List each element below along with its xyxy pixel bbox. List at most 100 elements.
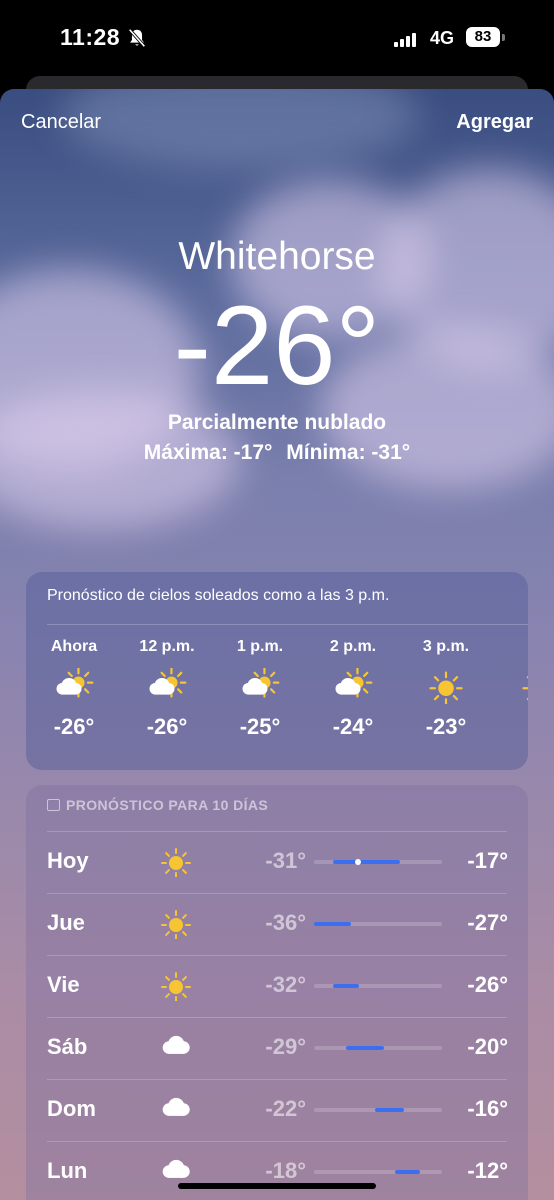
- temp-range-fill: [394, 1170, 421, 1174]
- city-name: Whitehorse: [178, 235, 376, 278]
- battery-tip: [502, 34, 505, 41]
- hour-icon-wrap: [34, 667, 114, 704]
- add-button[interactable]: Agregar: [456, 111, 533, 134]
- hour-column: Ahora -26°: [34, 638, 114, 740]
- day-row[interactable]: Dom -22° -16°: [26, 1079, 528, 1141]
- day-icon-wrap: [158, 1093, 194, 1125]
- sun-icon: [429, 671, 463, 705]
- temp-range-fill: [333, 860, 400, 864]
- temp-range-fill: [375, 1108, 404, 1112]
- temp-range-bar: [314, 1170, 442, 1174]
- temp-range-bar: [314, 1046, 442, 1050]
- partly-cloudy-icon: [56, 667, 94, 698]
- daily-forecast-card[interactable]: PRONÓSTICO PARA 10 DÍAS Hoy -31° -17° Ju…: [26, 785, 528, 1200]
- high-temp: Máxima: -17°: [143, 441, 273, 464]
- hour-temp: -26°: [53, 714, 95, 739]
- day-name: Sáb: [47, 1034, 88, 1059]
- daily-header-label: PRONÓSTICO PARA 10 DÍAS: [66, 797, 269, 813]
- current-condition: Parcialmente nublado: [167, 411, 387, 434]
- day-high: -20°: [467, 1034, 508, 1059]
- row-divider: [47, 831, 507, 832]
- day-row[interactable]: Lun -18° -12°: [26, 1141, 528, 1200]
- hourly-summary: Pronóstico de cielos soleados como a las…: [47, 587, 390, 604]
- sun-icon: [522, 676, 528, 701]
- day-icon-wrap: [158, 907, 194, 940]
- weather-sheet: Cancelar Agregar Whitehorse -26° Parcial…: [0, 89, 554, 1200]
- current-temp-dot: [354, 859, 361, 865]
- day-low: -22°: [265, 1096, 306, 1121]
- divider: [47, 624, 528, 625]
- sun-icon: [161, 910, 191, 940]
- daily-header: PRONÓSTICO PARA 10 DÍAS: [47, 797, 268, 813]
- hour-column: 12 p.m. -26°: [127, 638, 207, 740]
- partly-cloudy-icon: [335, 667, 373, 698]
- hour-label: Ahora: [50, 638, 98, 655]
- row-divider: [47, 893, 507, 894]
- hour-column: 1 p.m. -25°: [220, 638, 300, 740]
- hour-icon-wrap: [313, 667, 393, 704]
- hour-column: 4 -: [499, 638, 528, 740]
- day-low: -31°: [265, 848, 306, 873]
- hour-column: 3 p.m. -23°: [406, 638, 486, 740]
- status-bar: 11:28 4G 83: [0, 0, 554, 76]
- signal-icon: [394, 29, 418, 47]
- day-name: Dom: [47, 1096, 96, 1121]
- hourly-forecast-card[interactable]: Pronóstico de cielos soleados como a las…: [26, 572, 528, 770]
- hour-icon-wrap: [127, 667, 207, 704]
- temp-range-fill: [314, 922, 352, 926]
- hour-temp: -25°: [239, 714, 281, 739]
- home-indicator: [178, 1183, 376, 1189]
- hour-label: 2 p.m.: [329, 638, 377, 655]
- day-name: Hoy: [47, 848, 89, 873]
- temp-range-bar: [314, 1108, 442, 1112]
- day-high: -17°: [467, 848, 508, 873]
- temp-range-fill: [333, 984, 359, 988]
- hour-label: 12 p.m.: [139, 638, 195, 655]
- day-icon-wrap: [158, 1031, 194, 1063]
- day-high: -26°: [467, 972, 508, 997]
- day-low: -18°: [265, 1158, 306, 1183]
- day-low: -32°: [265, 972, 306, 997]
- hour-column: 2 p.m. -24°: [313, 638, 393, 740]
- partly-cloudy-icon: [242, 667, 280, 698]
- row-divider: [47, 1141, 507, 1142]
- cancel-button[interactable]: Cancelar: [21, 111, 101, 134]
- day-high: -27°: [467, 910, 508, 935]
- day-row[interactable]: Sáb -29° -20°: [26, 1017, 528, 1079]
- hour-temp: -: [499, 714, 528, 740]
- network-type: 4G: [430, 28, 455, 48]
- status-time: 11:28: [60, 24, 121, 50]
- temp-range-bar: [314, 984, 442, 988]
- row-divider: [47, 1079, 507, 1080]
- day-icon-wrap: [158, 969, 194, 1002]
- row-divider: [47, 1017, 507, 1018]
- hour-label: 4: [499, 638, 528, 662]
- sun-icon: [161, 972, 191, 1002]
- hour-icon-wrap: [499, 668, 528, 704]
- day-row[interactable]: Jue -36° -27°: [26, 893, 528, 955]
- cloud-decoration: [60, 89, 420, 169]
- day-row[interactable]: Vie -32° -26°: [26, 955, 528, 1017]
- row-divider: [47, 955, 507, 956]
- day-row[interactable]: Hoy -31° -17°: [26, 831, 528, 893]
- temp-range-bar: [314, 859, 442, 865]
- day-name: Jue: [47, 910, 85, 935]
- day-high: -12°: [467, 1158, 508, 1183]
- day-low: -36°: [265, 910, 306, 935]
- bell-muted-icon: [128, 28, 146, 48]
- partly-cloudy-icon: [149, 667, 187, 698]
- current-temperature: -26°: [173, 283, 381, 408]
- day-high: -16°: [467, 1096, 508, 1121]
- hour-temp: -23°: [425, 714, 467, 739]
- low-temp: Mínima: -31°: [286, 441, 411, 464]
- temp-range-fill: [346, 1046, 385, 1050]
- day-name: Lun: [47, 1158, 88, 1183]
- cloud-icon: [162, 1097, 190, 1116]
- hour-icon-wrap: [220, 667, 300, 704]
- temp-range-bar: [314, 922, 442, 926]
- hour-label: 1 p.m.: [236, 638, 284, 655]
- high-low: Máxima: -17° Mínima: -31°: [0, 441, 554, 465]
- hour-temp: -24°: [332, 714, 374, 739]
- day-name: Vie: [47, 972, 80, 997]
- battery-icon: 83: [466, 27, 500, 47]
